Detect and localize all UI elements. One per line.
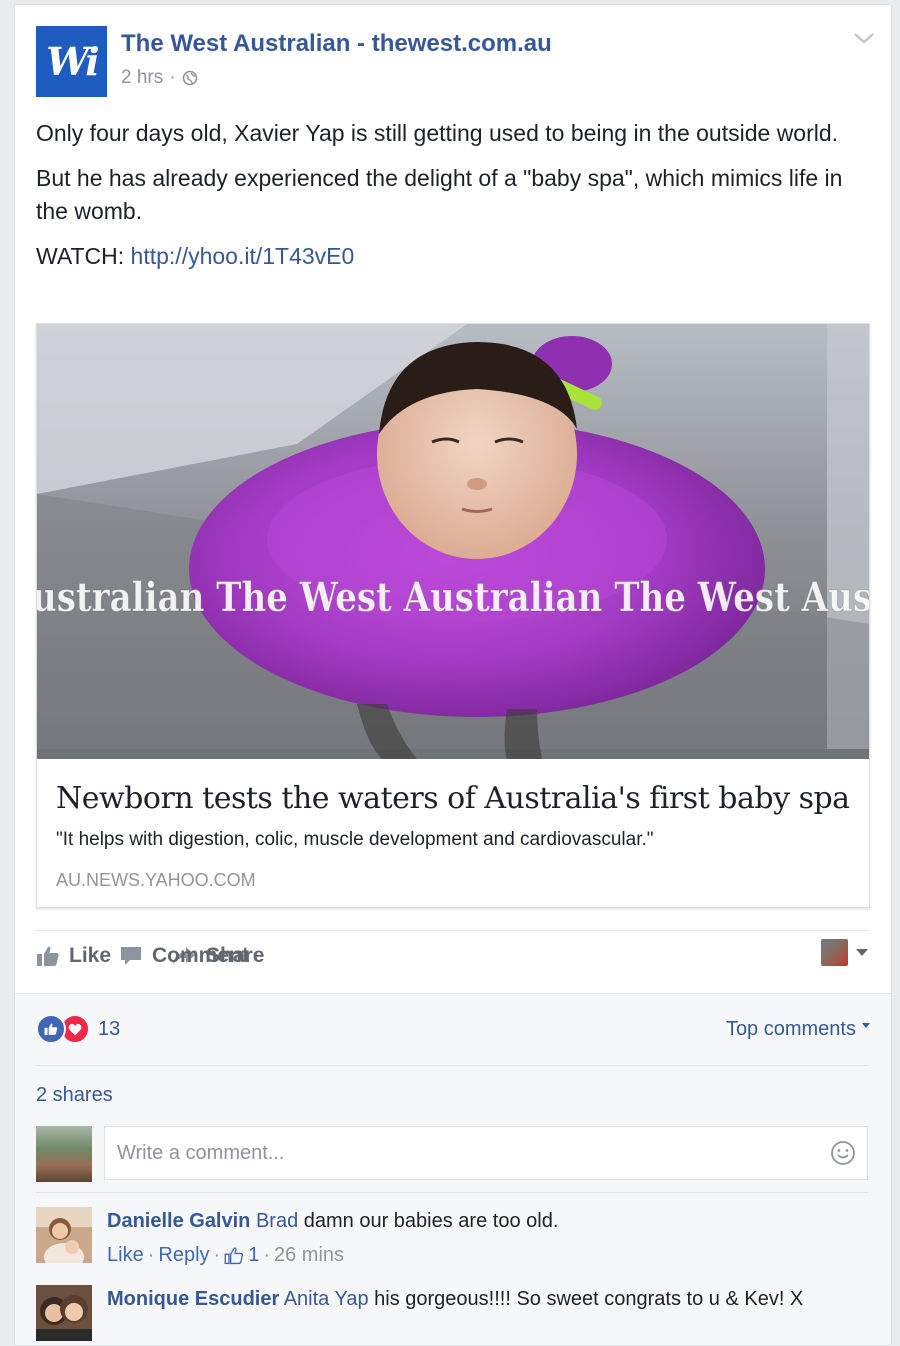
thumbs-up-outline-icon (224, 1246, 244, 1264)
shares-count[interactable]: 2 shares (36, 1084, 113, 1107)
watch-link[interactable]: http://yhoo.it/1T43vE0 (131, 243, 355, 269)
reaction-count: 13 (98, 1017, 121, 1040)
comment-text: his gorgeous!!!! So sweet congrats to u … (368, 1288, 804, 1310)
profile-thumbnail (821, 939, 848, 966)
watch-label: WATCH: (36, 243, 125, 269)
meta-separator: · (169, 67, 176, 88)
comment-body: Danielle Galvin Brad damn our babies are… (107, 1207, 867, 1269)
comment-author[interactable]: Monique Escudier (107, 1288, 279, 1310)
link-description: "It helps with digestion, colic, muscle … (56, 829, 654, 850)
comment-like-count[interactable]: 1 (248, 1241, 259, 1269)
page-avatar[interactable]: Wi (36, 26, 107, 97)
comment-like-link[interactable]: Like (107, 1241, 144, 1269)
comment-author[interactable]: Danielle Galvin (107, 1210, 250, 1232)
caret-down-icon (862, 1023, 870, 1028)
meta-separator: · (147, 1244, 155, 1266)
emoji-icon[interactable] (830, 1140, 856, 1166)
top-comments-label: Top comments (725, 1018, 856, 1040)
comment-mention[interactable]: Anita Yap (284, 1288, 369, 1310)
page-name[interactable]: The West Australian - thewest.com.au (121, 30, 552, 58)
comment-meta: Like · Reply · 1 · 26 mins (107, 1241, 867, 1269)
comment-reply-link[interactable]: Reply (158, 1241, 209, 1269)
comment-composer (36, 1126, 870, 1182)
post-meta: 2 hrs · (121, 67, 198, 89)
post-time[interactable]: 2 hrs (121, 67, 163, 89)
post-message: Only four days old, Xavier Yap is still … (36, 117, 866, 285)
avatar[interactable] (36, 1207, 92, 1263)
globe-icon[interactable] (182, 70, 198, 86)
reactions-divider (36, 1065, 868, 1066)
like-label: Like (69, 944, 112, 967)
caret-down-icon (856, 949, 868, 956)
comment-time[interactable]: 26 mins (274, 1241, 344, 1269)
link-title[interactable]: Newborn tests the waters of Australia's … (56, 781, 850, 816)
post-paragraph: Only four days old, Xavier Yap is still … (36, 120, 839, 146)
link-preview-image[interactable]: ustralian The West Australian The West A… (37, 324, 869, 759)
post-actions-bar: Like Comment Share (36, 931, 868, 981)
meta-separator: · (213, 1244, 221, 1266)
comment-label: Comment (152, 944, 249, 967)
thumbs-up-icon (37, 946, 59, 966)
post-paragraph: But he has already experienced the delig… (36, 165, 843, 224)
comment-mention[interactable]: Brad (256, 1210, 298, 1232)
post-options-chevron-icon[interactable] (853, 31, 875, 45)
link-preview-card[interactable]: ustralian The West Australian The West A… (36, 323, 870, 908)
watch-line: WATCH: http://yhoo.it/1T43vE0 (36, 240, 866, 273)
post-card: Wi The West Australian - thewest.com.au … (14, 4, 892, 1346)
avatar[interactable] (36, 1126, 92, 1182)
comment-text: damn our babies are too old. (298, 1210, 559, 1232)
top-comments-filter[interactable]: Top comments (726, 1018, 870, 1041)
like-button[interactable]: Like (36, 944, 111, 968)
meta-separator: · (263, 1244, 270, 1266)
link-domain: AU.NEWS.YAHOO.COM (56, 870, 256, 890)
comment-input[interactable] (104, 1126, 868, 1180)
page-avatar-logo: Wi (46, 39, 99, 84)
comment-body: Monique Escudier Anita Yap his gorgeous!… (107, 1285, 867, 1313)
composer-divider (36, 1192, 868, 1193)
like-reaction-icon (36, 1014, 66, 1044)
reactions-summary[interactable]: 13 (36, 1014, 120, 1044)
avatar[interactable] (36, 1285, 92, 1341)
audience-selector[interactable] (821, 939, 868, 966)
comment-button[interactable]: Comment (119, 944, 891, 968)
feedback-section: 13 Top comments 2 shares Write a comment… (15, 993, 891, 1345)
image-watermark: ustralian The West Australian The West A… (37, 574, 869, 621)
comment-icon (121, 947, 141, 965)
